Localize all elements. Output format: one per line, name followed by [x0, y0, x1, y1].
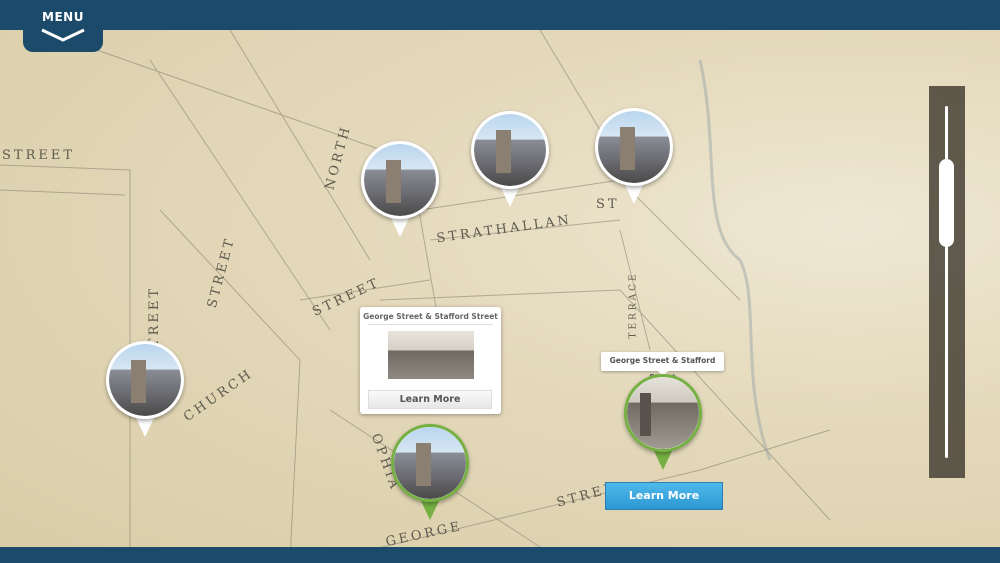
menu-button[interactable]: MENU — [23, 0, 103, 52]
location-photo — [364, 144, 436, 216]
map-pin-active[interactable] — [624, 374, 702, 470]
location-tooltip: George Street & Stafford Street — [601, 352, 724, 382]
map-pin[interactable] — [471, 111, 549, 207]
map-pin[interactable] — [595, 108, 673, 204]
location-photo — [598, 111, 670, 183]
bottom-bar — [0, 547, 1000, 563]
learn-more-button[interactable]: Learn More — [368, 390, 492, 409]
map-pin[interactable] — [106, 341, 184, 437]
location-popup: George Street & Stafford Street Learn Mo… — [360, 307, 501, 414]
chevron-down-icon — [41, 28, 85, 42]
menu-label: MENU — [42, 10, 84, 24]
location-photo — [627, 377, 699, 449]
historic-map[interactable]: STREET NORTH STRATHALLAN ST STREET STREE… — [0, 0, 1000, 563]
street-label: TERRACE — [628, 271, 639, 339]
map-pin[interactable] — [361, 141, 439, 237]
street-label: STREET — [2, 148, 76, 163]
learn-more-button-primary[interactable]: Learn More — [605, 482, 723, 510]
zoom-slider[interactable] — [929, 86, 965, 478]
map-lines — [0, 29, 831, 561]
location-photo — [394, 427, 466, 499]
popup-title: George Street & Stafford Street — [363, 312, 498, 321]
location-photo — [474, 114, 546, 186]
zoom-slider-thumb[interactable] — [939, 158, 954, 247]
map-pin-active[interactable] — [391, 424, 469, 520]
popup-photo — [387, 331, 474, 379]
top-bar — [0, 0, 1000, 30]
location-photo — [109, 344, 181, 416]
